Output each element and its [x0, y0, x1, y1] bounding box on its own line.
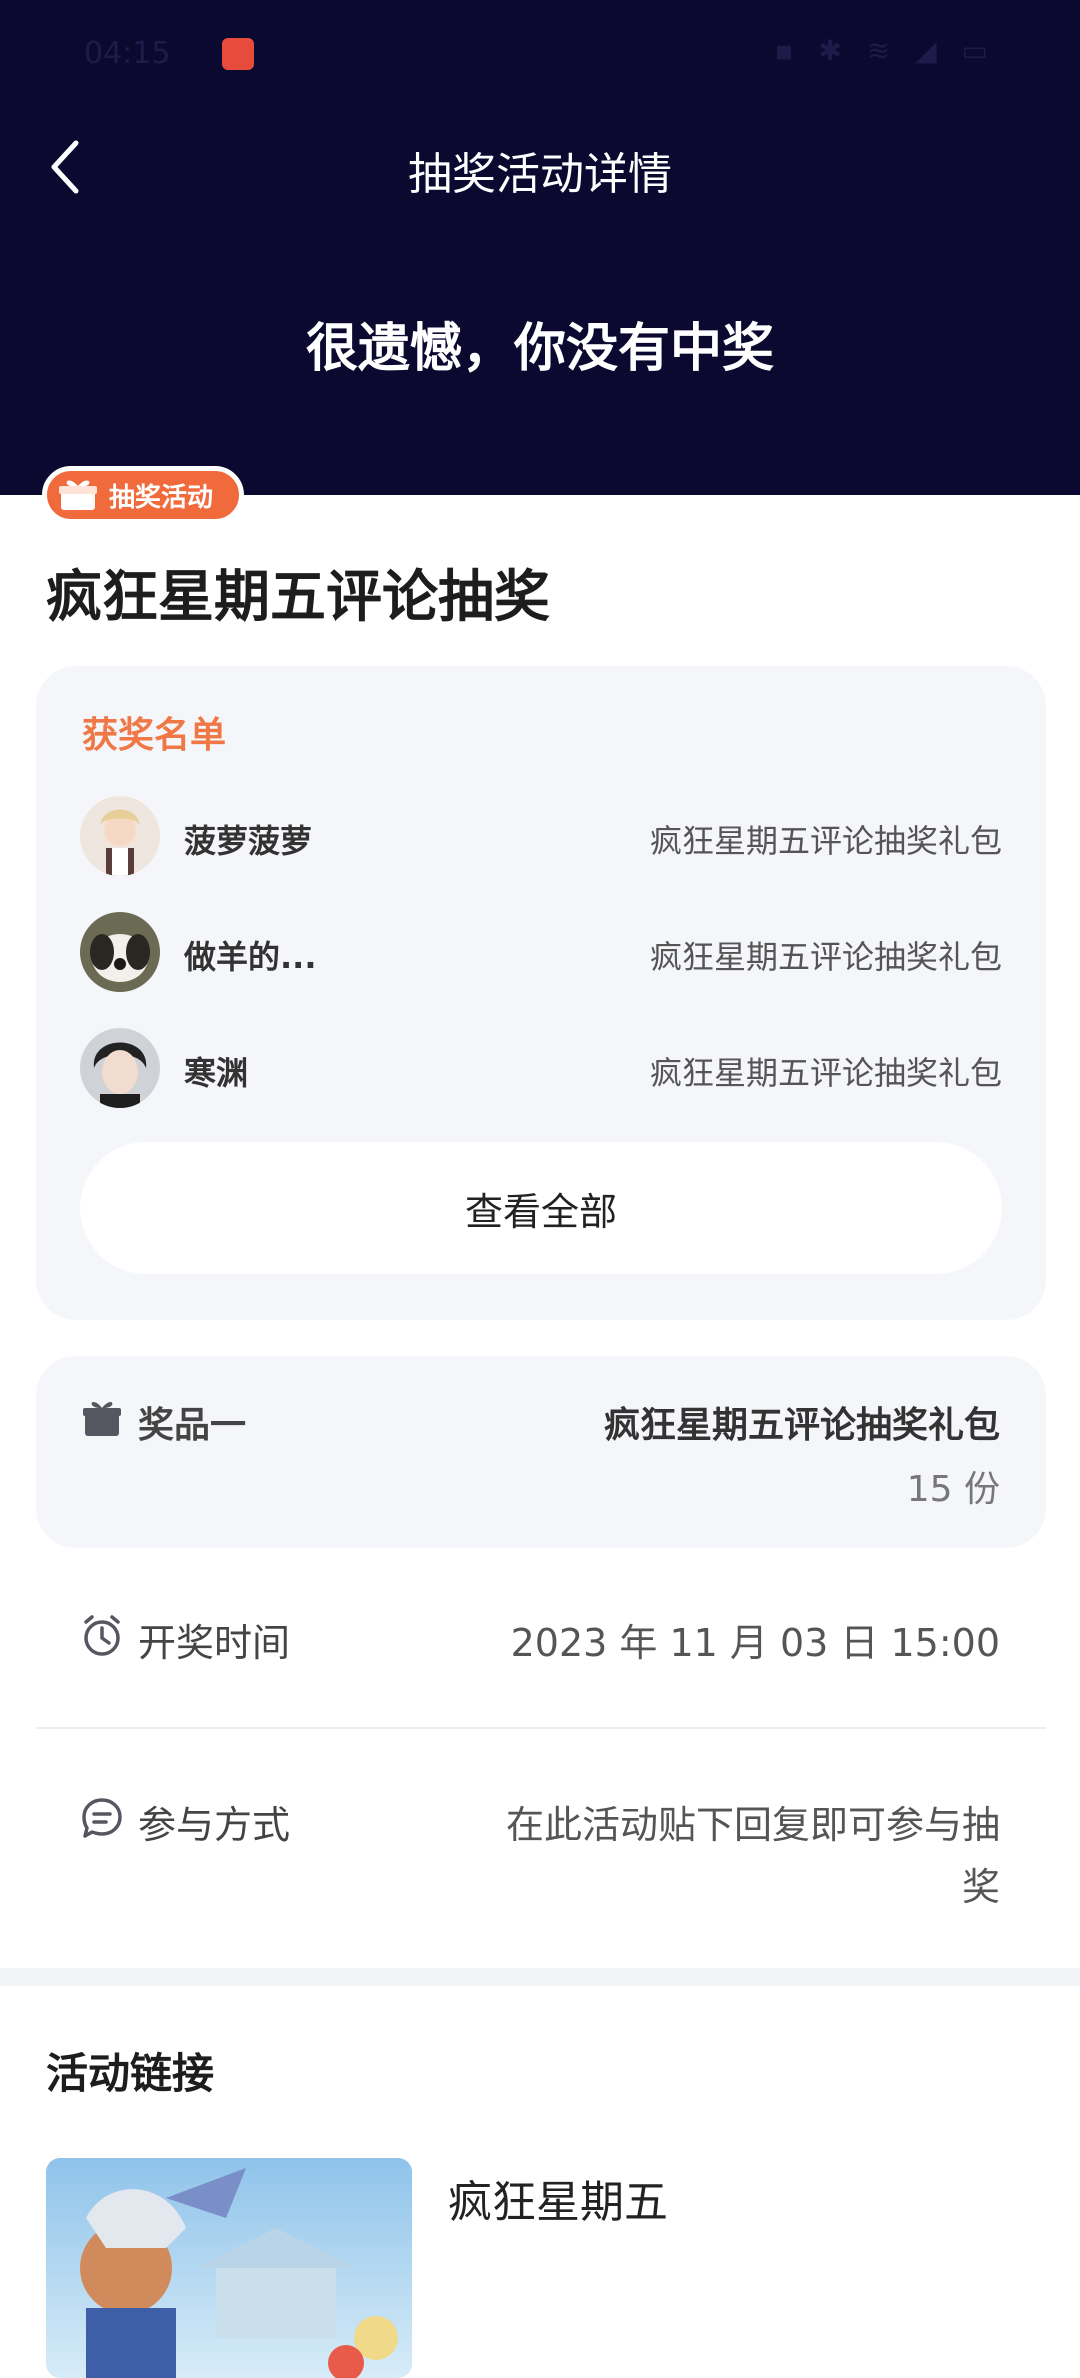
activity-link-title[interactable]: 疯狂星期五: [448, 2166, 668, 2230]
header: 04:15 ▪ ✱ ≋ ◢ ▭ 抽奖活动详情 很遗憾，你没有中奖: [0, 0, 1080, 495]
winners-heading: 获奖名单: [82, 715, 227, 756]
links-heading: 活动链接: [46, 2049, 215, 2098]
winner-name: 菠萝菠萝: [184, 822, 313, 860]
status-icons: ▪ ✱ ≋ ◢ ▭: [774, 34, 996, 67]
prize-name: 疯狂星期五评论抽奖礼包: [603, 1405, 1000, 1446]
divider: [36, 1727, 1046, 1729]
activity-tag: 抽奖活动: [42, 466, 244, 524]
app-notification-icon: [222, 38, 254, 70]
prize-card: 奖品一 疯狂星期五评论抽奖礼包 15 份: [36, 1356, 1046, 1548]
status-bar: 04:15 ▪ ✱ ≋ ◢ ▭: [0, 0, 1080, 110]
avatar: [80, 1028, 160, 1108]
section-separator: [0, 1968, 1080, 1986]
avatar: [80, 796, 160, 876]
prize-label: 奖品一: [138, 1405, 247, 1446]
prize-quantity: 15 份: [906, 1469, 1000, 1510]
participation-value-line2: 奖: [961, 1865, 1000, 1909]
winner-prize: 疯狂星期五评论抽奖礼包: [649, 938, 1002, 976]
gift-icon: [59, 480, 97, 510]
alarm-clock-icon: [84, 1615, 120, 1656]
draw-time-value: 2023 年 11 月 03 日 15:00: [510, 1621, 1000, 1665]
status-time: 04:15: [84, 36, 171, 71]
winner-row[interactable]: 寒渊 疯狂星期五评论抽奖礼包: [80, 1028, 1002, 1112]
gift-icon: [83, 1401, 121, 1436]
winner-name: 做羊的...: [184, 938, 317, 976]
page-title: 抽奖活动详情: [408, 149, 672, 200]
participation-label: 参与方式: [138, 1803, 291, 1847]
activity-link-thumbnail[interactable]: [46, 2158, 412, 2378]
participation-value-line1: 在此活动贴下回复即可参与抽: [505, 1803, 1000, 1847]
result-message: 很遗憾，你没有中奖: [305, 319, 774, 379]
activity-tag-label: 抽奖活动: [109, 482, 214, 513]
winner-prize: 疯狂星期五评论抽奖礼包: [649, 1054, 1002, 1092]
winner-prize: 疯狂星期五评论抽奖礼包: [649, 822, 1002, 860]
winners-card: 获奖名单 菠萝菠萝 疯狂星期五评论抽奖礼包 做羊的... 疯狂星期五评论抽奖礼包…: [36, 666, 1046, 1320]
view-all-button[interactable]: 查看全部: [80, 1142, 1002, 1274]
draw-time-label: 开奖时间: [138, 1621, 291, 1665]
winner-row[interactable]: 菠萝菠萝 疯狂星期五评论抽奖礼包: [80, 796, 1002, 880]
message-icon: [82, 1798, 122, 1838]
winner-row[interactable]: 做羊的... 疯狂星期五评论抽奖礼包: [80, 912, 1002, 996]
avatar: [80, 912, 160, 992]
winner-name: 寒渊: [184, 1054, 249, 1092]
activity-title: 疯狂星期五评论抽奖: [46, 565, 550, 630]
